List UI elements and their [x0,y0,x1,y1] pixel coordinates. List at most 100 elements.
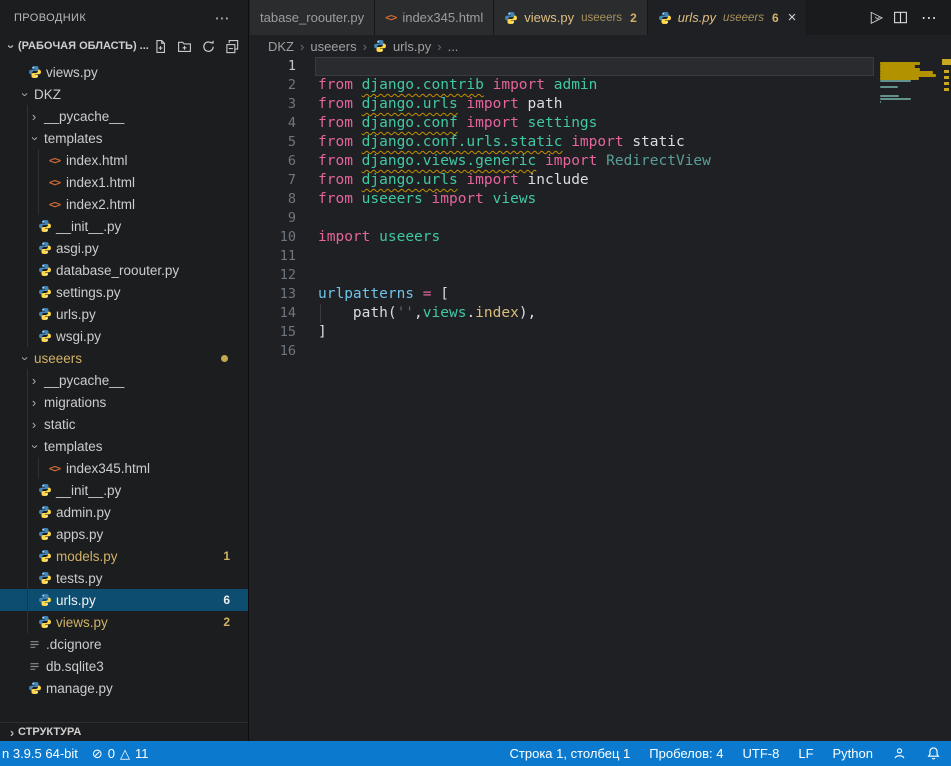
code-line-2[interactable]: 2from django.contrib import admin [250,76,951,95]
code-line-4[interactable]: 4from django.conf import settings [250,114,951,133]
tree-file-models.py[interactable]: models.py 1 [0,545,248,567]
tab-urls[interactable]: urls.py useeers 6 × [648,0,808,35]
explorer-more-actions-icon[interactable]: ⋯ [211,9,234,27]
tab-label: index345.html [402,10,483,25]
code-line-3[interactable]: 3from django.urls import path [250,95,951,114]
breadcrumb-item[interactable]: urls.py [393,39,431,54]
indent-guide [38,149,39,215]
minimap[interactable] [876,57,940,357]
code-line-5[interactable]: 5from django.conf.urls.static import sta… [250,133,951,152]
tree-file-manage.py[interactable]: manage.py [0,677,248,699]
tree-file-urls.py[interactable]: urls.py6 [0,589,248,611]
tree-file-__init__.py[interactable]: __init__.py [0,215,248,237]
tree-folder-__pycache__[interactable]: ›__pycache__ [0,369,248,391]
indentation-status[interactable]: Пробелов: 4 [649,746,723,761]
tree-file-views.py[interactable]: views.py2 [0,611,248,633]
tree-folder-__pycache__[interactable]: ›__pycache__ [0,105,248,127]
structure-label: СТРУКТУРА [18,726,81,738]
breadcrumb-item[interactable]: DKZ [268,39,294,54]
new-folder-icon[interactable] [177,39,192,54]
python-icon [38,263,52,277]
code-line-7[interactable]: 7from django.urls import include [250,171,951,190]
python-icon [38,615,52,629]
close-icon[interactable]: × [788,9,797,26]
line-number: 2 [250,76,296,95]
code-line-14[interactable]: 14 path('',views.index), [250,304,951,323]
cursor-position-status[interactable]: Строка 1, столбец 1 [510,746,631,761]
workspace-section-header[interactable]: › (РАБОЧАЯ ОБЛАСТЬ) ... [0,35,248,57]
run-dropdown-icon[interactable]: › [871,16,885,20]
code-line-6[interactable]: 6from django.views.generic import Redire… [250,152,951,171]
tree-folder-templates[interactable]: ›templates [0,127,248,149]
html-icon: <> [49,154,60,167]
code-line-9[interactable]: 9 [250,209,951,228]
problems-badge: 1 [223,549,230,563]
more-actions-icon[interactable]: ⋯ [921,8,937,28]
tree-item-label: index345.html [66,461,150,476]
tree-file-.dcignore[interactable]: .dcignore [0,633,248,655]
python-icon [38,219,52,233]
tree-file-asgi.py[interactable]: asgi.py [0,237,248,259]
encoding-status[interactable]: UTF-8 [743,746,780,761]
tab-bar: tabase_roouter.py <> index345.html views… [250,0,951,35]
code-line-1[interactable]: 1 [250,57,951,76]
tree-file-admin.py[interactable]: admin.py [0,501,248,523]
code-line-10[interactable]: 10import useeers [250,228,951,247]
collapse-all-icon[interactable] [225,39,240,54]
new-file-icon[interactable] [153,39,168,54]
warning-count: 11 [135,746,149,761]
tree-item-label: index.html [66,153,128,168]
tab-views[interactable]: views.py useeers 2 [494,0,647,35]
tree-file-db.sqlite3[interactable]: db.sqlite3 [0,655,248,677]
language-mode-status[interactable]: Python [833,746,873,761]
python-interpreter-status[interactable]: n 3.9.5 64-bit [2,746,78,761]
warning-icon: △ [120,746,130,762]
python-icon [38,549,52,563]
eol-status[interactable]: LF [798,746,813,761]
line-content: from django.urls import path [315,95,874,114]
code-line-16[interactable]: 16 [250,342,951,361]
line-number: 8 [250,190,296,209]
code-line-11[interactable]: 11 [250,247,951,266]
feedback-icon[interactable] [892,746,907,761]
warning-mark [944,70,949,73]
split-editor-icon[interactable] [893,10,908,25]
bell-icon[interactable] [926,746,941,761]
tree-item-label: index2.html [66,197,135,212]
error-count: 0 [108,746,115,761]
line-content: from django.conf.urls.static import stat… [315,133,874,152]
tree-folder-static[interactable]: ›static [0,413,248,435]
refresh-icon[interactable] [201,39,216,54]
breadcrumb-item[interactable]: useeers [310,39,356,54]
code-editor[interactable]: 12from django.contrib import admin3from … [250,57,951,361]
tree-folder-migrations[interactable]: ›migrations [0,391,248,413]
tree-file-tests.py[interactable]: tests.py [0,567,248,589]
tree-item-label: database_roouter.py [56,263,179,278]
code-line-8[interactable]: 8from useeers import views [250,190,951,209]
breadcrumb-item[interactable]: ... [448,39,459,54]
tree-item-label: models.py [56,549,118,564]
tab-database-roouter[interactable]: tabase_roouter.py [250,0,375,35]
html-icon: <> [385,11,396,24]
tree-item-label: asgi.py [56,241,99,256]
tree-file-views.py[interactable]: views.py [0,61,248,83]
tree-folder-useeers[interactable]: ›useeers [0,347,248,369]
tree-item-label: __init__.py [56,219,121,234]
code-line-15[interactable]: 15] [250,323,951,342]
tree-file-database_roouter.py[interactable]: database_roouter.py [0,259,248,281]
structure-section-header[interactable]: › СТРУКТУРА [0,722,248,741]
workspace-label: (РАБОЧАЯ ОБЛАСТЬ) ... [18,40,153,52]
tree-file-settings.py[interactable]: settings.py [0,281,248,303]
code-line-13[interactable]: 13urlpatterns = [ [250,285,951,304]
tree-file-apps.py[interactable]: apps.py [0,523,248,545]
tree-folder-DKZ[interactable]: ›DKZ [0,83,248,105]
tree-item-label: tests.py [56,571,103,586]
tree-file-urls.py[interactable]: urls.py [0,303,248,325]
html-icon: <> [49,462,60,475]
problems-status[interactable]: ⊘ 0 △ 11 [92,746,149,762]
code-line-12[interactable]: 12 [250,266,951,285]
tab-index345[interactable]: <> index345.html [375,0,494,35]
tree-file-wsgi.py[interactable]: wsgi.py [0,325,248,347]
tree-file-__init__.py[interactable]: __init__.py [0,479,248,501]
tree-folder-templates[interactable]: ›templates [0,435,248,457]
